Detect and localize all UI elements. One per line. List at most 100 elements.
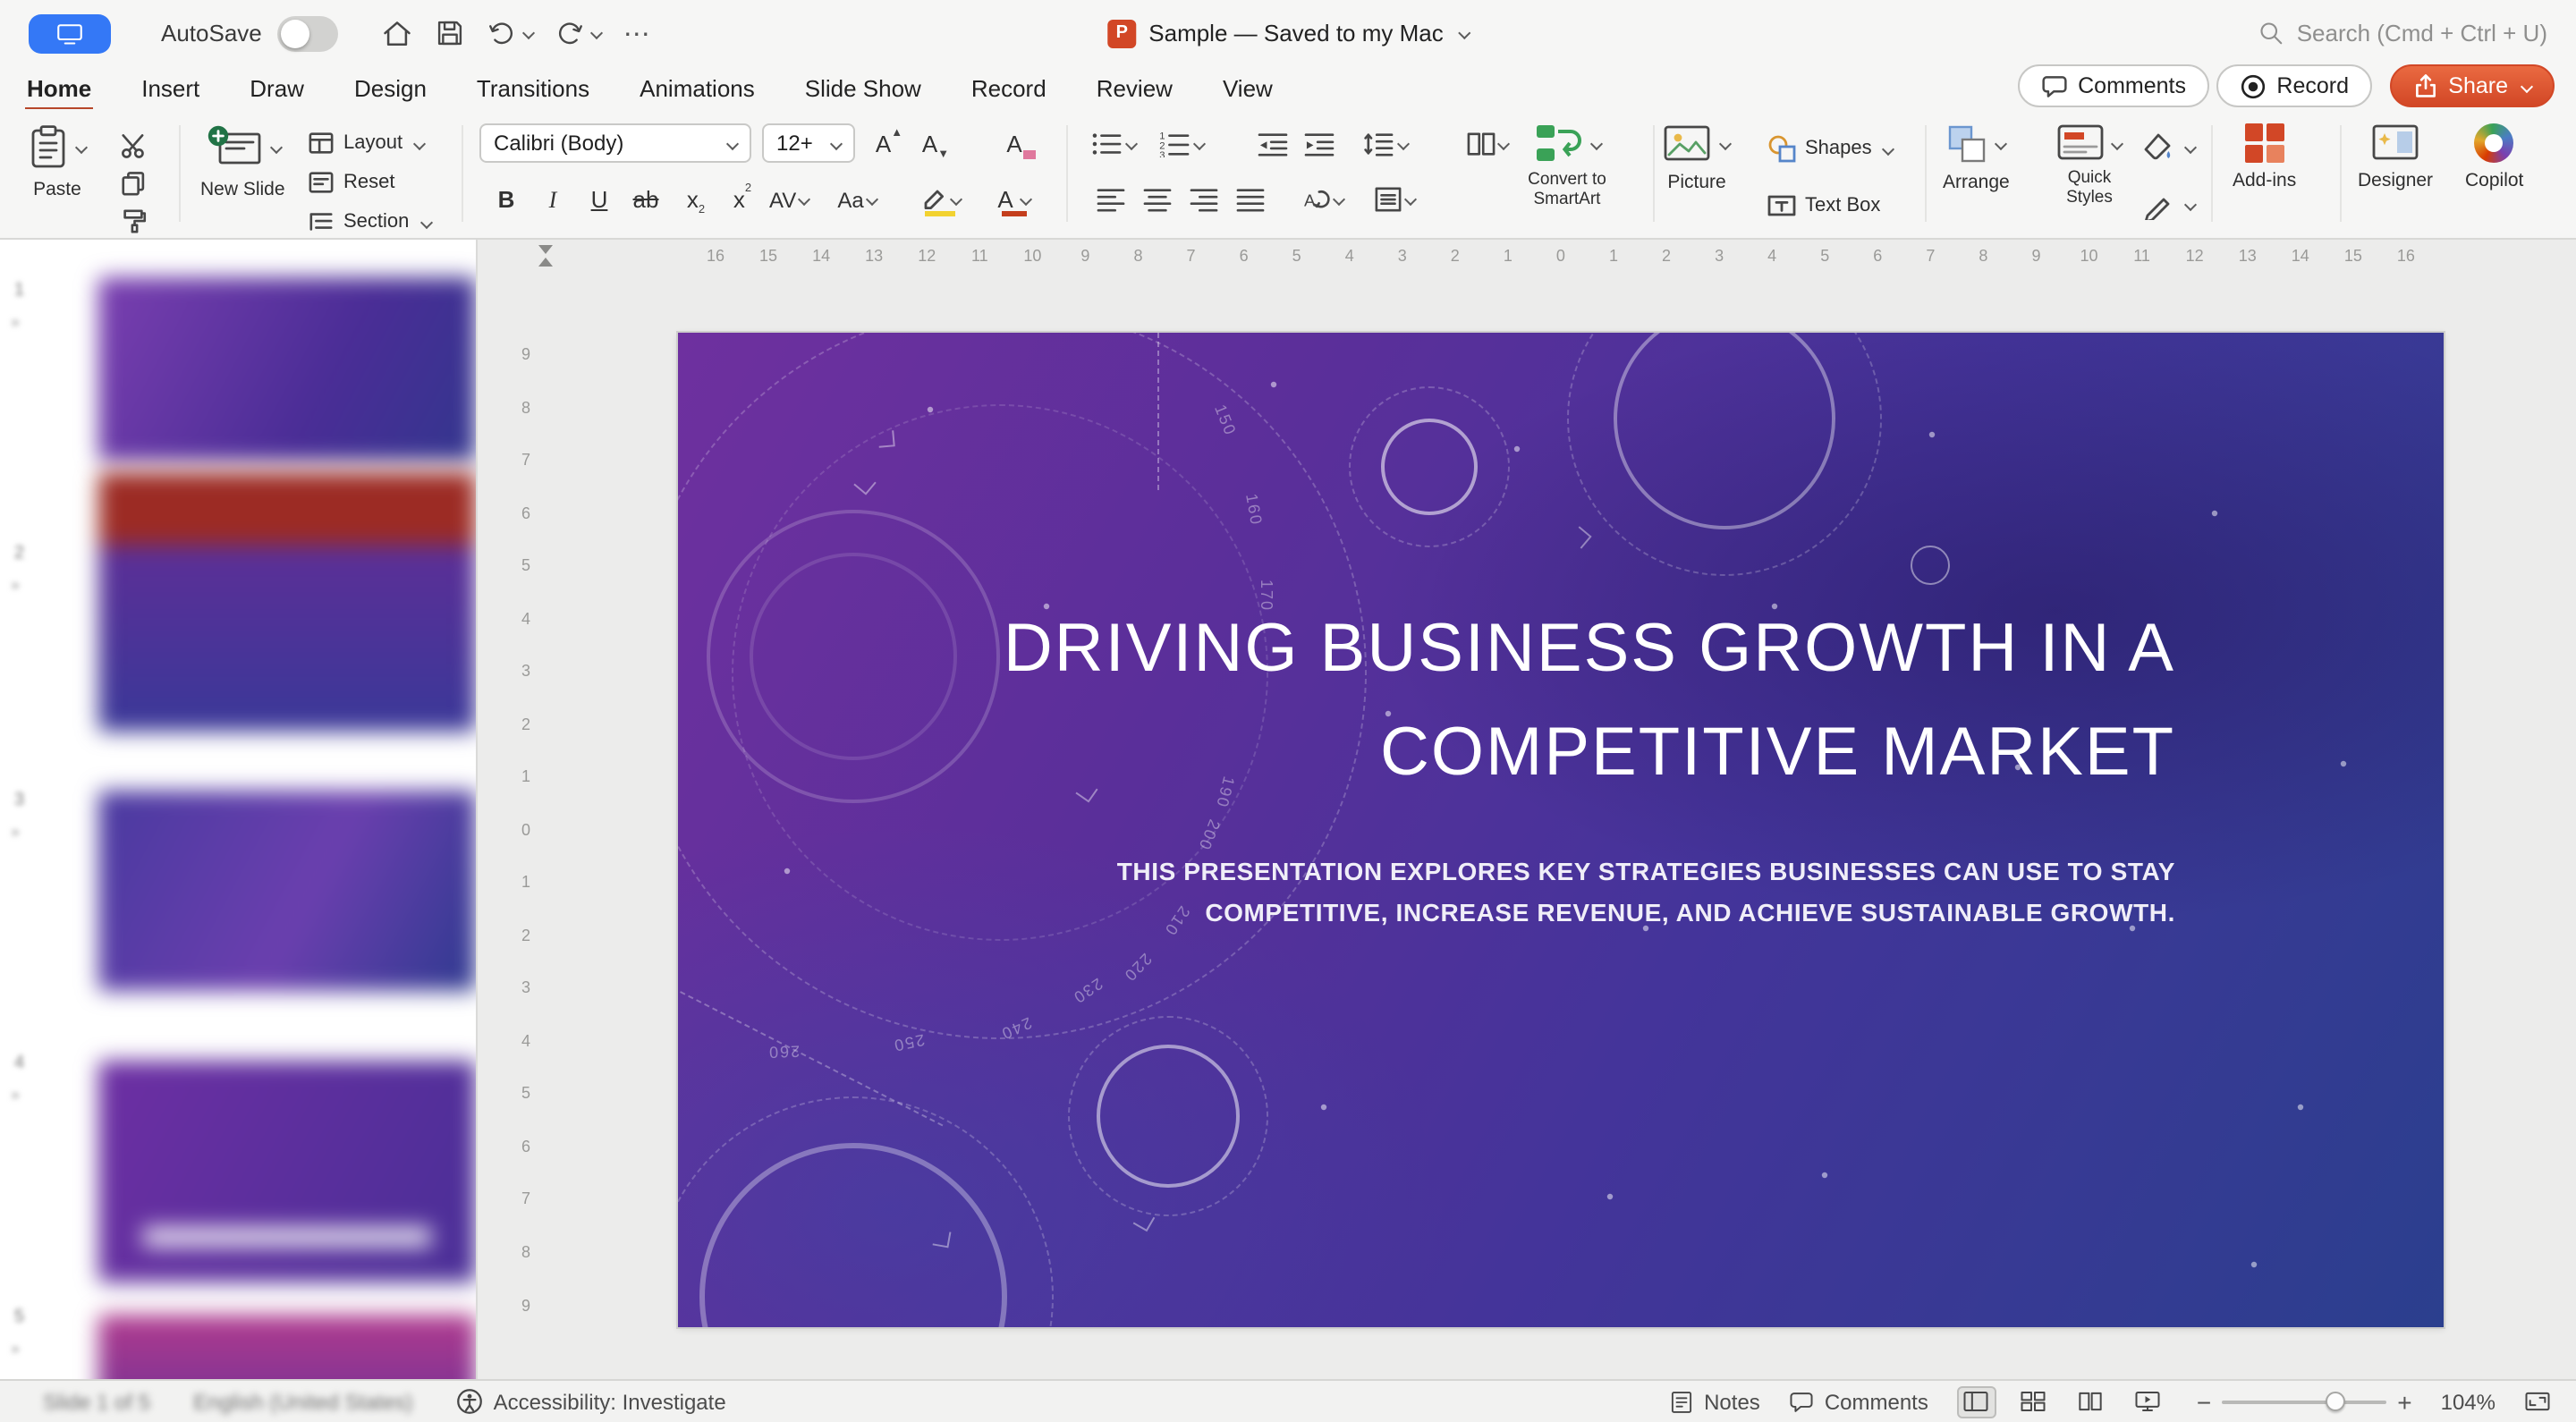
change-case-button[interactable]: Aa xyxy=(837,181,878,218)
slide-marker-icon: » xyxy=(11,1086,21,1104)
add-ins-button[interactable]: Add-ins xyxy=(2233,123,2296,191)
copilot-button[interactable]: Copilot xyxy=(2465,123,2523,191)
convert-to-smartart-button[interactable]: Convert to SmartArt xyxy=(1499,123,1635,211)
layout-button[interactable]: Layout xyxy=(308,131,427,156)
picture-button[interactable]: Picture xyxy=(1664,123,1733,193)
reset-button[interactable]: Reset xyxy=(308,170,395,195)
autosave-toggle[interactable] xyxy=(277,15,339,51)
zoom-slider[interactable] xyxy=(2222,1391,2387,1410)
ruler-number: 0 xyxy=(1555,247,1565,265)
document-title[interactable]: P Sample — Saved to my Mac xyxy=(1107,19,1470,47)
shapes-button[interactable]: Shapes xyxy=(1767,134,1895,163)
line-spacing-button[interactable] xyxy=(1363,125,1411,163)
slide-title[interactable]: DRIVING BUSINESS GROWTH IN A COMPETITIVE… xyxy=(911,597,2175,805)
tab-design[interactable]: Design xyxy=(354,74,427,101)
language-indicator[interactable]: English (United States) xyxy=(193,1389,412,1414)
designer-button[interactable]: Designer xyxy=(2358,123,2433,191)
font-color-button[interactable]: A xyxy=(995,181,1034,218)
decrease-font-size-button[interactable]: A ▼ xyxy=(916,125,955,163)
bullets-button[interactable] xyxy=(1091,125,1139,163)
tab-slide-show[interactable]: Slide Show xyxy=(805,74,921,101)
bold-button[interactable]: B xyxy=(487,181,526,218)
redo-button[interactable] xyxy=(555,18,604,48)
share-button[interactable]: Share xyxy=(2389,64,2555,107)
cut-button[interactable] xyxy=(114,129,150,161)
slide-thumbnail-3[interactable] xyxy=(98,791,476,991)
text-highlight-button[interactable] xyxy=(919,181,963,218)
superscript-button[interactable]: x2 xyxy=(723,181,762,218)
home-nav-button[interactable] xyxy=(382,17,414,49)
justify-button[interactable] xyxy=(1231,181,1270,218)
strikethrough-button[interactable]: ab xyxy=(626,181,665,218)
tab-record[interactable]: Record xyxy=(971,74,1046,101)
align-text-button[interactable] xyxy=(1374,181,1418,218)
chevron-down-icon xyxy=(590,26,604,40)
shape-outline-button[interactable] xyxy=(2143,190,2198,220)
paste-button[interactable]: Paste xyxy=(29,123,89,200)
format-painter-button[interactable] xyxy=(114,204,150,236)
shape-fill-button[interactable] xyxy=(2143,132,2198,163)
clear-formatting-button[interactable]: A xyxy=(1002,125,1041,163)
slide-sorter-view-button[interactable] xyxy=(2014,1385,2054,1418)
share-label: Share xyxy=(2448,73,2508,98)
slide-thumbnail-panel[interactable]: 1 » 2 » 3 » 4 » 5 » xyxy=(0,240,478,1379)
search-field[interactable]: Search (Cmd + Ctrl + U) xyxy=(2258,20,2547,47)
slide-canvas[interactable]: 150 160 170 190 200 210 220 230 240 250 260 DRIVIN… xyxy=(678,333,2444,1327)
slide-show-button[interactable] xyxy=(2129,1385,2168,1418)
tab-home[interactable]: Home xyxy=(24,74,94,110)
zoom-slider-knob[interactable] xyxy=(2326,1391,2346,1410)
copy-button[interactable] xyxy=(114,166,150,199)
tab-review[interactable]: Review xyxy=(1097,74,1173,101)
tab-transitions[interactable]: Transitions xyxy=(477,74,589,101)
ruler-indent-marker[interactable] xyxy=(538,245,553,254)
font-size-select[interactable]: 12+ xyxy=(762,123,855,163)
ribbon-tabs: Home Insert Draw Design Transitions Animation… xyxy=(24,74,1273,110)
italic-button[interactable]: I xyxy=(533,181,572,218)
decrease-indent-button[interactable] xyxy=(1252,125,1292,163)
zoom-in-button[interactable]: + xyxy=(2397,1387,2411,1416)
notes-button[interactable]: Notes xyxy=(1668,1389,1760,1414)
slide-marker-icon: » xyxy=(11,1340,21,1358)
slide-thumbnail-4[interactable] xyxy=(98,1061,476,1282)
underline-button[interactable]: U xyxy=(580,181,619,218)
arrange-button[interactable]: Arrange xyxy=(1943,123,2010,193)
zoom-percent[interactable]: 104% xyxy=(2441,1389,2496,1414)
undo-button[interactable] xyxy=(487,18,536,48)
save-button[interactable] xyxy=(436,18,466,48)
section-button[interactable]: Section xyxy=(308,209,433,234)
comments-button[interactable]: Comments xyxy=(2017,64,2209,107)
ruler-indent-marker[interactable] xyxy=(538,258,553,267)
increase-indent-button[interactable] xyxy=(1299,125,1338,163)
align-center-button[interactable] xyxy=(1138,181,1177,218)
text-box-button[interactable]: Text Box xyxy=(1767,191,1880,220)
reading-view-button[interactable] xyxy=(2072,1385,2111,1418)
font-name-select[interactable]: Calibri (Body) xyxy=(479,123,751,163)
comments-toggle-button[interactable]: Comments xyxy=(1789,1389,1928,1414)
character-spacing-button[interactable]: AV xyxy=(769,181,811,218)
text-direction-button[interactable]: A xyxy=(1302,181,1346,218)
slide-thumbnail-1[interactable] xyxy=(98,277,476,461)
slide-thumbnail-2[interactable] xyxy=(98,472,476,732)
horizontal-ruler[interactable]: 16 15 14 13 12 11 10 9 8 7 6 5 4 3 2 1 0 1 2 3 4 5 6 7 8 9 10 11 12 1… xyxy=(478,240,2576,272)
window-control-pill[interactable] xyxy=(29,13,111,53)
increase-font-size-button[interactable]: A ▲ xyxy=(869,125,909,163)
text-box-label: Text Box xyxy=(1805,195,1881,216)
fit-to-window-button[interactable] xyxy=(2524,1390,2551,1413)
align-right-button[interactable] xyxy=(1184,181,1224,218)
subscript-button[interactable]: x2 xyxy=(676,181,716,218)
normal-view-button[interactable] xyxy=(1956,1385,1996,1418)
align-left-button[interactable] xyxy=(1091,181,1131,218)
numbering-button[interactable]: 123 xyxy=(1159,125,1207,163)
tab-animations[interactable]: Animations xyxy=(640,74,755,101)
tab-insert[interactable]: Insert xyxy=(141,74,199,101)
new-slide-button[interactable]: New Slide xyxy=(200,123,285,200)
slide-subtitle[interactable]: THIS PRESENTATION EXPLORES KEY STRATEGIE… xyxy=(1018,851,2175,934)
accessibility-status[interactable]: Accessibility: Investigate xyxy=(456,1388,726,1415)
more-icon[interactable]: ⋯ xyxy=(623,17,652,49)
tab-view[interactable]: View xyxy=(1223,74,1273,101)
quick-styles-button[interactable]: Quick Styles xyxy=(2046,123,2132,209)
slide-thumbnail-5[interactable] xyxy=(98,1315,476,1379)
tab-draw[interactable]: Draw xyxy=(250,74,304,101)
zoom-out-button[interactable]: − xyxy=(2197,1387,2211,1416)
record-button[interactable]: Record xyxy=(2216,64,2372,107)
